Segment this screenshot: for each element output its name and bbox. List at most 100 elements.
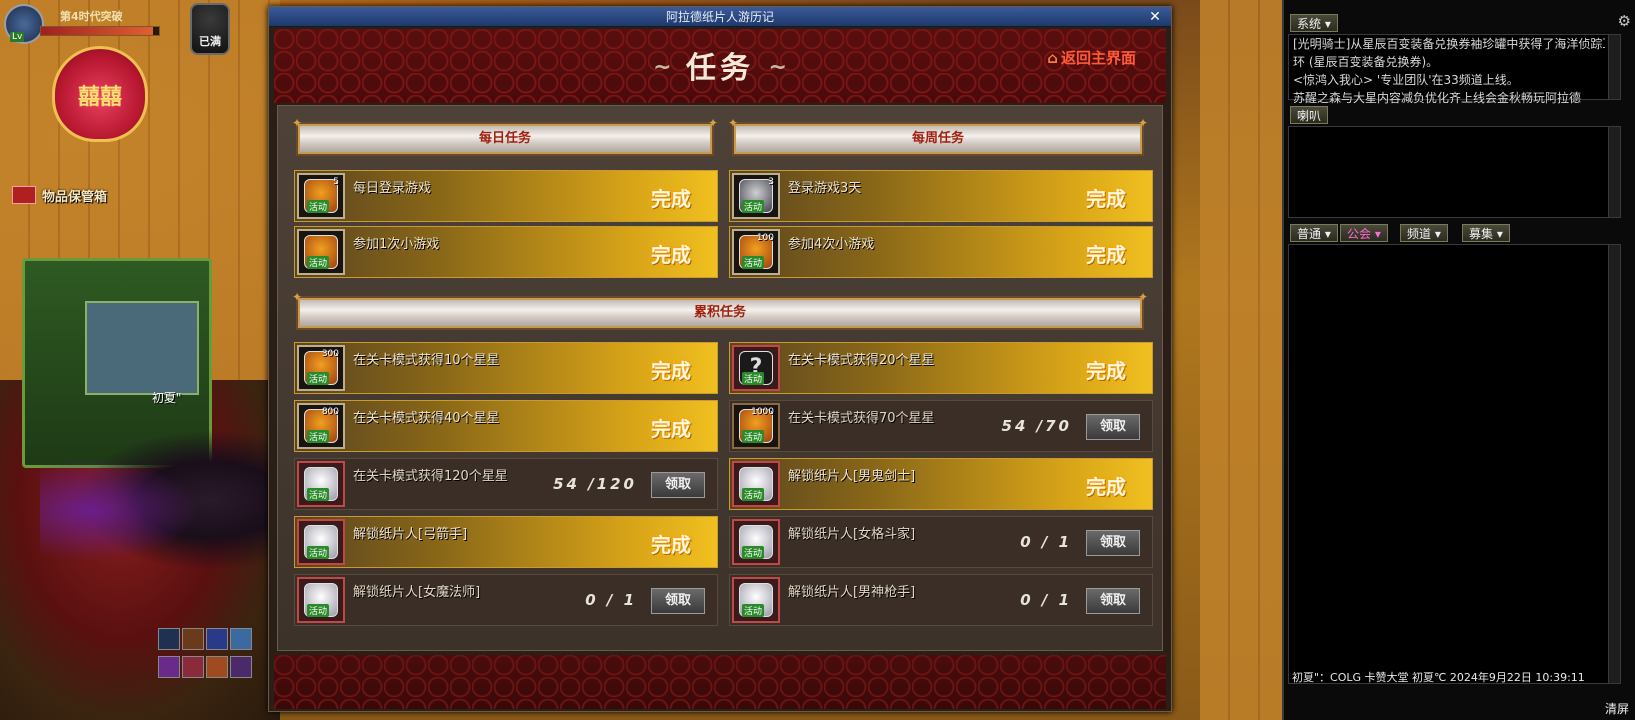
task-name: 解锁纸片人[女格斗家]: [788, 527, 916, 542]
dialog-header: ~ 任务 ~ ⌂ 返回主界面: [274, 29, 1166, 103]
dialog-window-title: 阿拉德纸片人游历记: [665, 10, 774, 24]
game-screen: 囍囍 物品保管箱 初夏" Lv 第4时代突破 已满 阿拉德纸片人游历记 ✕ ~ …: [0, 0, 1635, 720]
tab-channel-0[interactable]: 普通 ▾: [1290, 224, 1338, 242]
system-message-box: [光明骑士]从星辰百变装备兑换券袖珍罐中获得了海洋侦踪耳环 (星辰百变装备兑换券…: [1288, 34, 1621, 105]
task-name: 每日登录游戏: [353, 181, 432, 196]
task-reward-slot[interactable]: 800 活动: [297, 403, 345, 449]
scrollbar[interactable]: [1608, 245, 1620, 683]
skill-slot[interactable]: [182, 628, 204, 650]
fatigue-orb[interactable]: 已满: [190, 3, 230, 55]
tab-system[interactable]: 系统 ▾: [1290, 14, 1338, 32]
skill-slot[interactable]: [206, 656, 228, 678]
task-reward-slot[interactable]: 活动: [297, 461, 345, 507]
wall-right: [1200, 0, 1282, 720]
activity-tag: 活动: [307, 488, 330, 501]
task-reward-slot[interactable]: 活动: [297, 577, 345, 623]
tab-horn[interactable]: 喇叭: [1290, 106, 1329, 124]
scrollbar[interactable]: [1608, 35, 1620, 99]
task-reward-slot[interactable]: 300 活动: [297, 345, 345, 391]
task-name: 在关卡模式获得70个星星: [788, 411, 935, 426]
scrollbar[interactable]: [1608, 127, 1620, 217]
skill-slot[interactable]: [158, 656, 180, 678]
title-ornament-left: ~: [653, 55, 672, 80]
activity-tag: 活动: [742, 604, 765, 617]
task-reward-slot[interactable]: 活动: [297, 519, 345, 565]
task-name: 参加4次小游戏: [788, 237, 875, 252]
task-complete-label: 完成: [1086, 359, 1126, 383]
daily-section-title: 每日任务: [478, 131, 531, 146]
task-name: 在关卡模式获得120个星星: [353, 469, 508, 484]
reward-quantity: 5: [333, 177, 339, 187]
system-message-line: 环 (星辰百变装备兑换券)。: [1293, 55, 1439, 69]
close-button[interactable]: ✕: [1147, 9, 1163, 25]
skill-slot[interactable]: [182, 656, 204, 678]
dialog-titlebar[interactable]: 阿拉德纸片人游历记 ✕: [269, 7, 1171, 27]
task-name: 在关卡模式获得10个星星: [353, 353, 500, 368]
claim-button[interactable]: 领取: [1086, 414, 1140, 440]
claim-button[interactable]: 领取: [651, 472, 705, 498]
weekly-section-title: 每周任务: [911, 131, 964, 146]
hp-bar: [40, 26, 160, 36]
tab-channel-1[interactable]: 公会 ▾: [1340, 224, 1388, 242]
return-main-button[interactable]: ⌂ 返回主界面: [1047, 47, 1136, 68]
task-reward-slot[interactable]: 活动: [732, 519, 780, 565]
tab-channel-2[interactable]: 频道 ▾: [1400, 224, 1448, 242]
level-badge: Lv: [10, 32, 25, 42]
task-name: 在关卡模式获得20个星星: [788, 353, 935, 368]
claim-button[interactable]: 领取: [1086, 530, 1140, 556]
tab-channel-3[interactable]: 募集 ▾: [1462, 224, 1510, 242]
skill-slot[interactable]: [206, 628, 228, 650]
chat-panel: 系统 ▾ ⚙ [光明骑士]从星辰百变装备兑换券袖珍罐中获得了海洋侦踪耳环 (星辰…: [1282, 0, 1635, 720]
page-title: ~ 任务 ~: [274, 43, 1166, 87]
hp-bar-fill: [41, 27, 154, 35]
storage-label[interactable]: 物品保管箱: [12, 186, 107, 205]
task-name: 参加1次小游戏: [353, 237, 440, 252]
task-row: 活动 在关卡模式获得120个星星 54 /120 领取: [294, 458, 718, 510]
hud-player-title: 第4时代突破: [60, 10, 123, 23]
task-complete-label: 完成: [1086, 475, 1126, 499]
task-reward-slot[interactable]: 100 活动: [732, 229, 780, 275]
player-characters[interactable]: [40, 420, 280, 590]
skill-slot[interactable]: [230, 656, 252, 678]
activity-tag: 活动: [742, 256, 765, 269]
gear-icon[interactable]: ⚙: [1618, 12, 1631, 30]
heart-decoration-icon: 囍囍: [52, 46, 148, 142]
task-name: 解锁纸片人[男神枪手]: [788, 585, 916, 600]
dialog-footer: [274, 655, 1166, 709]
task-progress: 0 / 1: [585, 591, 637, 609]
task-row: 100 活动 参加4次小游戏 完成: [729, 226, 1153, 278]
activity-tag: 活动: [742, 200, 765, 213]
task-row: 300 活动 在关卡模式获得10个星星 完成: [294, 342, 718, 394]
task-reward-slot[interactable]: 3 活动: [732, 173, 780, 219]
task-reward-slot[interactable]: ? 活动: [732, 345, 780, 391]
system-message-line: <惊鸿入我心> '专业团队'在33频道上线。: [1293, 73, 1519, 87]
task-reward-slot[interactable]: 1000 活动: [732, 403, 780, 449]
skill-slot[interactable]: [158, 628, 180, 650]
title-ornament-right: ~: [768, 55, 787, 80]
task-reward-slot[interactable]: 活动: [732, 461, 780, 507]
title-text: 任务: [686, 51, 754, 86]
activity-tag: 活动: [307, 200, 330, 213]
claim-button[interactable]: 领取: [1086, 588, 1140, 614]
clear-chat-button[interactable]: 清屏: [1605, 700, 1629, 717]
horn-message-box: [1288, 126, 1621, 218]
reward-quantity: 1000: [751, 407, 774, 417]
claim-button[interactable]: 领取: [651, 588, 705, 614]
task-progress: 54 /70: [1001, 417, 1072, 435]
task-complete-label: 完成: [1086, 187, 1126, 211]
activity-tag: 活动: [307, 256, 330, 269]
task-reward-slot[interactable]: 活动: [297, 229, 345, 275]
weekly-section-banner: 每周任务: [728, 116, 1148, 156]
task-reward-slot[interactable]: 活动: [732, 577, 780, 623]
activity-tag: 活动: [307, 430, 330, 443]
system-messages: [光明骑士]从星辰百变装备兑换券袖珍罐中获得了海洋侦踪耳环 (星辰百变装备兑换券…: [1289, 35, 1620, 107]
task-name: 解锁纸片人[男鬼剑士]: [788, 469, 916, 484]
task-reward-slot[interactable]: 5 活动: [297, 173, 345, 219]
task-row: 3 活动 登录游戏3天 完成: [729, 170, 1153, 222]
task-name: 登录游戏3天: [788, 181, 862, 196]
task-row: 活动 解锁纸片人[弓箭手] 完成: [294, 516, 718, 568]
skill-slot[interactable]: [230, 628, 252, 650]
activity-tag: 活动: [307, 546, 330, 559]
task-row: 活动 解锁纸片人[男鬼剑士] 完成: [729, 458, 1153, 510]
player-avatar[interactable]: Lv: [4, 4, 44, 44]
